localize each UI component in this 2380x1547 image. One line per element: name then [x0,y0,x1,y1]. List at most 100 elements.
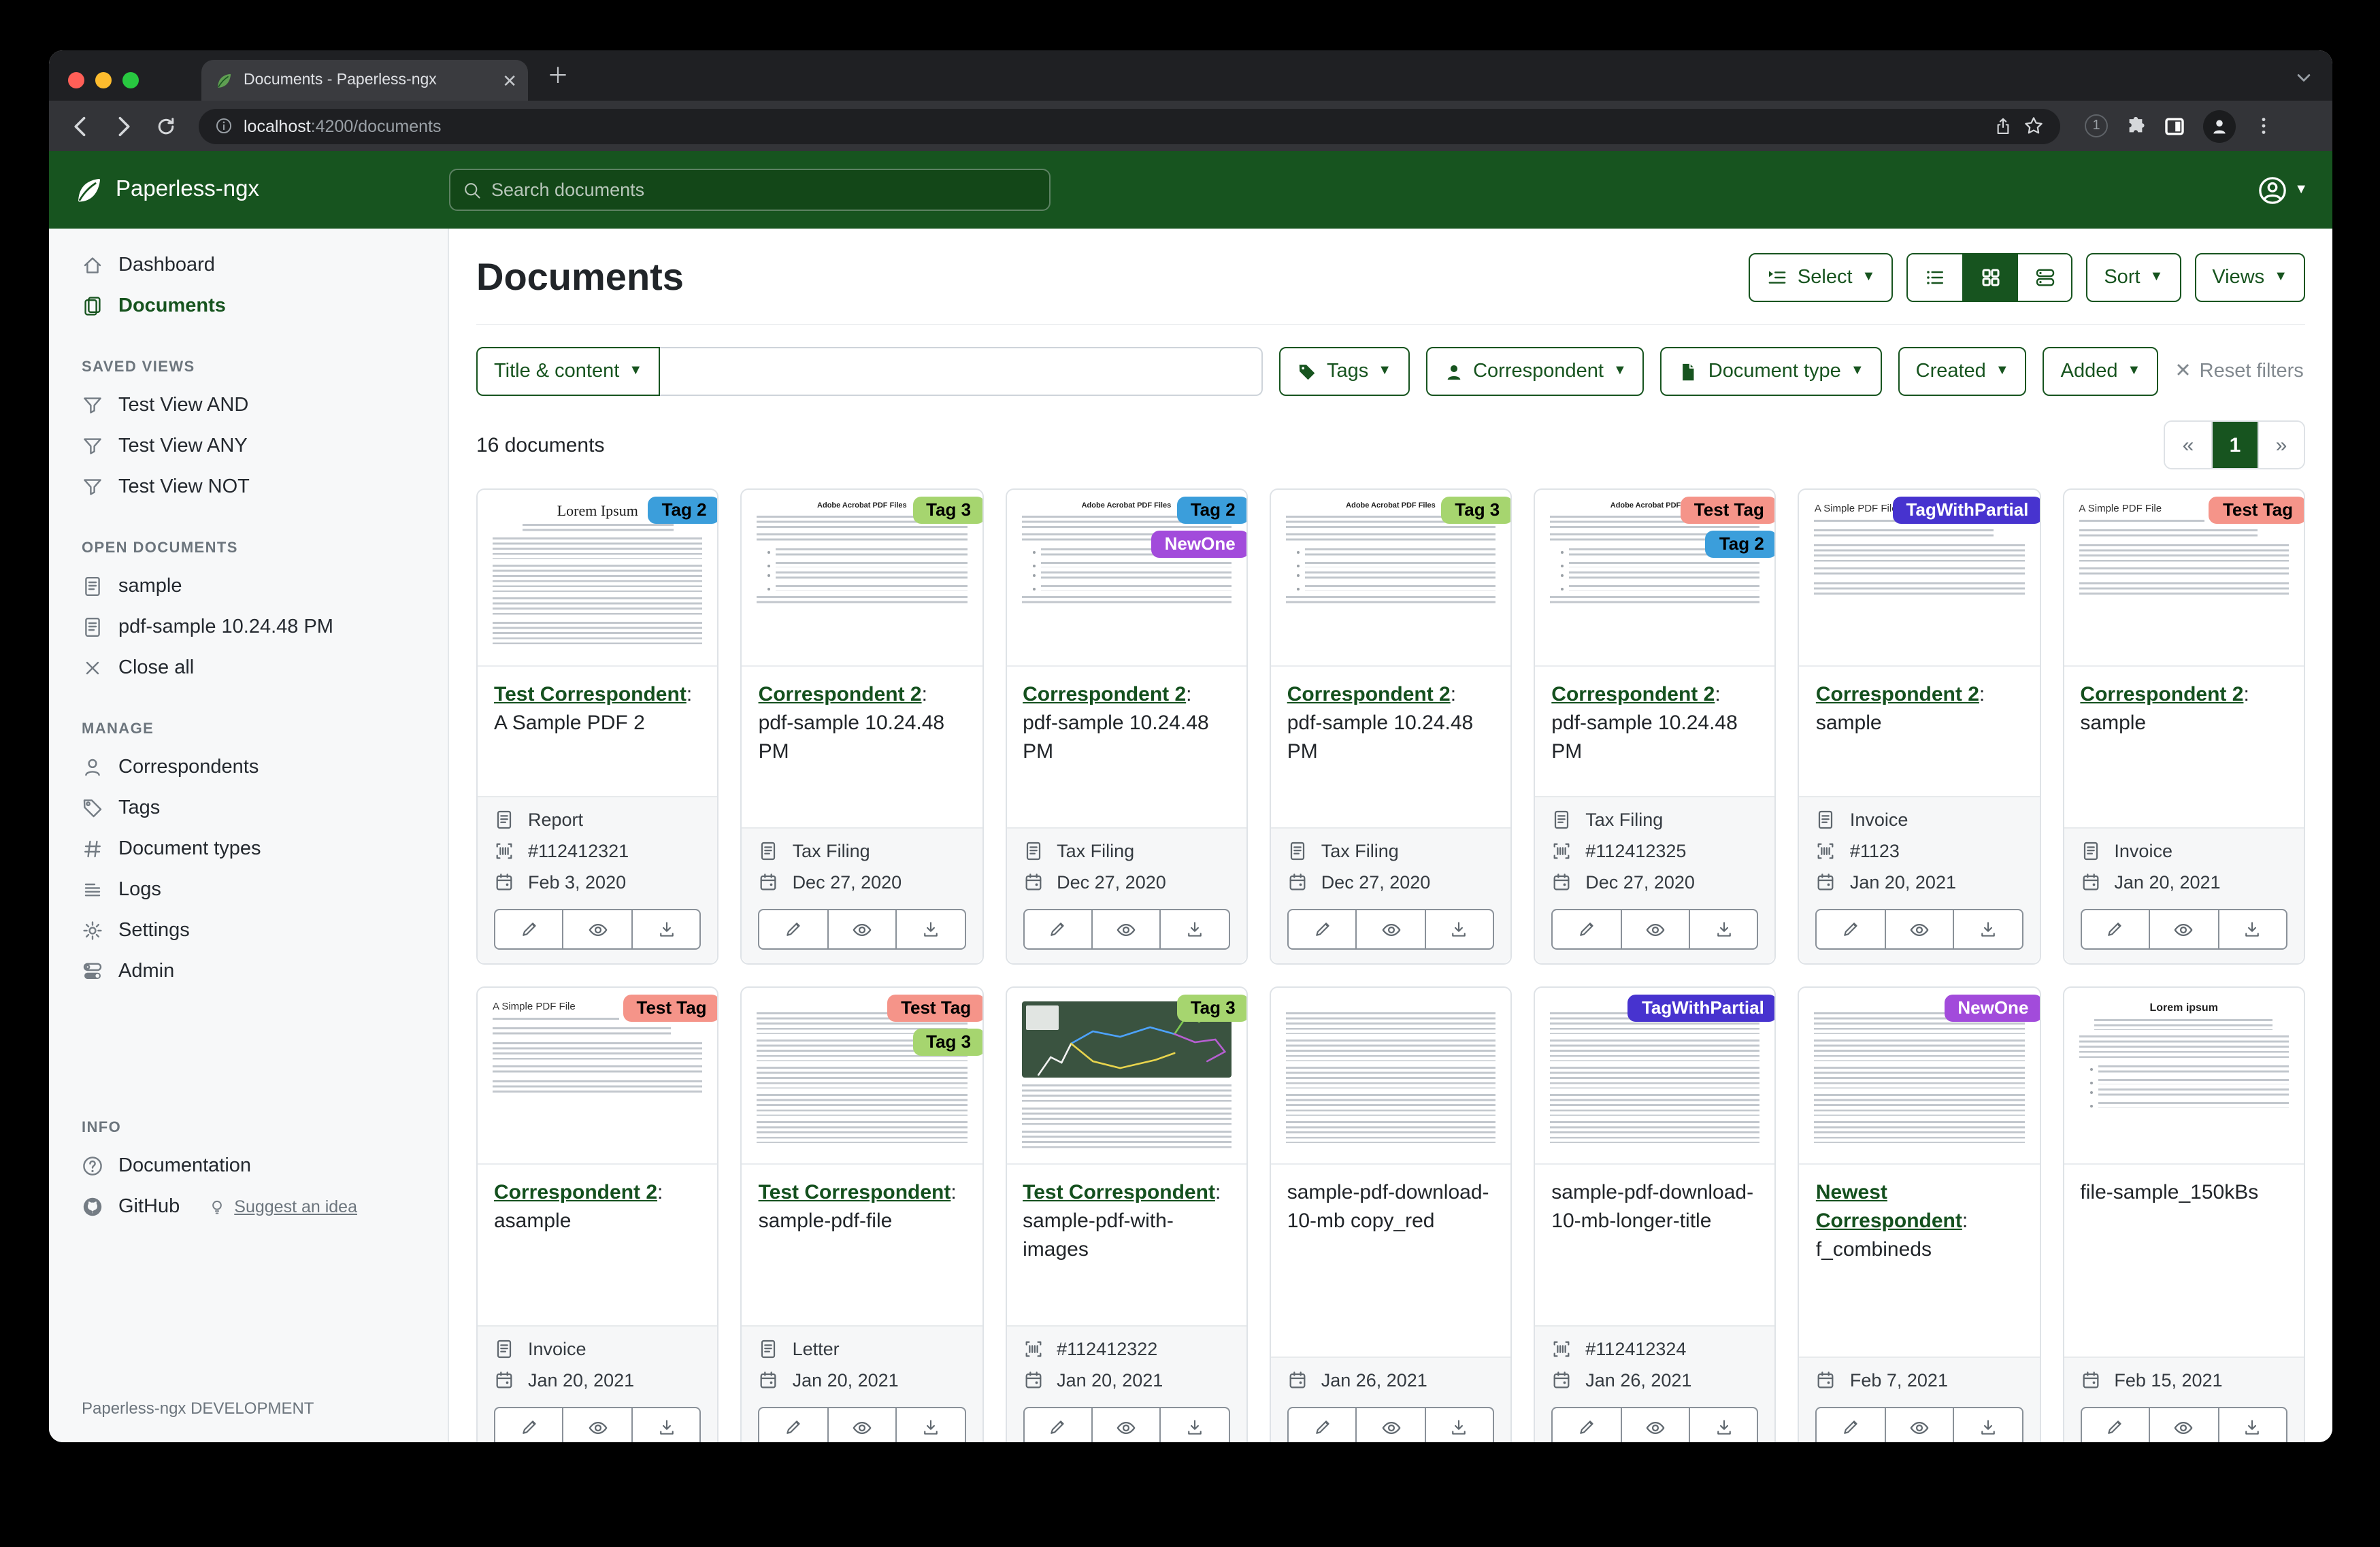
preview-button[interactable] [1093,1407,1161,1442]
edit-button[interactable] [1287,909,1357,950]
document-thumbnail[interactable] [1271,988,1511,1165]
document-thumbnail[interactable]: TagWithPartial [1535,988,1775,1165]
correspondent-link[interactable]: Test Correspondent [759,1181,951,1204]
edit-button[interactable] [759,1407,829,1442]
sidebar-item-test-view-not[interactable]: Test View NOT [49,467,448,508]
pagination-prev[interactable]: « [2165,422,2211,468]
site-info-icon[interactable] [215,117,233,135]
tab-close-icon[interactable]: ✕ [502,71,517,89]
correspondent-link[interactable]: Correspondent 2 [1287,683,1451,706]
download-button[interactable] [1161,1407,1230,1442]
correspondent-link[interactable]: Test Correspondent [494,683,687,706]
address-bar[interactable]: localhost:4200/documents [199,108,2060,144]
preview-button[interactable] [1886,909,1955,950]
suggest-an-idea-link[interactable]: Suggest an idea [208,1197,357,1216]
sidebar-item-document-types[interactable]: Document types [49,829,448,869]
tag-badge[interactable]: Test Tag [623,995,718,1022]
edit-button[interactable] [1551,1407,1621,1442]
download-button[interactable] [1690,909,1759,950]
preview-button[interactable] [564,909,633,950]
sidebar-item-documents[interactable]: Documents [49,286,448,327]
edit-button[interactable] [1551,909,1621,950]
download-button[interactable] [1690,1407,1759,1442]
document-thumbnail[interactable]: Lorem IpsumTag 2 [478,490,718,667]
filter-query-input[interactable] [660,347,1263,396]
sidebar-item-sample[interactable]: sample [49,566,448,607]
correspondent-link[interactable]: Correspondent 2 [1816,683,1979,706]
tags-filter-button[interactable]: Tags▼ [1279,347,1409,396]
sidebar-item-close-all[interactable]: Close all [49,648,448,688]
share-icon[interactable] [1994,116,2013,135]
download-button[interactable] [633,1407,701,1442]
correspondent-link[interactable]: Correspondent 2 [2080,683,2243,706]
created-filter-button[interactable]: Created▼ [1898,347,2027,396]
document-thumbnail[interactable]: A Simple PDF FileTagWithPartial [1800,490,2040,667]
tag-badge[interactable]: Tag 2 [1706,531,1775,558]
tag-badge[interactable]: Test Tag [2209,497,2304,524]
forward-icon[interactable] [112,114,136,138]
tag-badge[interactable]: Test Tag [1681,497,1775,524]
reload-icon[interactable] [155,115,177,137]
app-logo[interactable]: Paperless-ngx [73,175,259,205]
list-view-button[interactable] [1908,254,1962,301]
correspondent-link[interactable]: Correspondent 2 [759,683,922,706]
filter-field-button[interactable]: Title & content▼ [476,347,660,396]
tab-search-chevron-icon[interactable] [2294,68,2313,87]
download-button[interactable] [2219,1407,2287,1442]
edit-button[interactable] [494,909,564,950]
document-thumbnail[interactable]: Adobe Acrobat PDF FilesTest TagTag 2 [1535,490,1775,667]
document-thumbnail[interactable]: Adobe Acrobat PDF FilesTag 3 [742,490,982,667]
sidebar-item-dashboard[interactable]: Dashboard [49,245,448,286]
tag-badge[interactable]: NewOne [1944,995,2039,1022]
preview-button[interactable] [1357,909,1426,950]
search-input[interactable] [491,180,1037,200]
edit-button[interactable] [1816,1407,1886,1442]
tag-badge[interactable]: Tag 3 [1441,497,1510,524]
edit-button[interactable] [1023,909,1093,950]
window-controls[interactable] [49,72,139,101]
sort-button[interactable]: Sort▼ [2086,253,2181,302]
sidebar-item-documentation[interactable]: Documentation [49,1146,448,1186]
document-thumbnail[interactable]: Adobe Acrobat PDF FilesTag 3 [1271,490,1511,667]
edit-button[interactable] [2080,1407,2150,1442]
correspondent-filter-button[interactable]: Correspondent▼ [1425,347,1644,396]
preview-button[interactable] [1093,909,1161,950]
download-button[interactable] [2219,909,2287,950]
correspondent-link[interactable]: Correspondent 2 [1023,683,1186,706]
preview-button[interactable] [1886,1407,1955,1442]
preview-button[interactable] [1621,909,1690,950]
edit-button[interactable] [2080,909,2150,950]
document-thumbnail[interactable]: A Simple PDF FileTest Tag [2064,490,2304,667]
close-window-button[interactable] [68,72,84,88]
sidebar-item-admin[interactable]: Admin [49,951,448,992]
grid-view-button[interactable] [1962,254,2017,301]
document-thumbnail[interactable]: NewOne [1800,988,2040,1165]
tag-badge[interactable]: NewOne [1151,531,1246,558]
tag-badge[interactable]: Test Tag [887,995,982,1022]
pagination-next[interactable]: » [2258,422,2304,468]
preview-button[interactable] [2150,909,2219,950]
download-button[interactable] [897,909,965,950]
tag-badge[interactable]: TagWithPartial [1893,497,2040,524]
reset-filters-button[interactable]: ✕ Reset filters [2175,361,2303,382]
sidebar-item-github[interactable]: GitHubSuggest an idea [49,1186,448,1227]
tag-badge[interactable]: Tag 3 [912,497,982,524]
user-menu[interactable]: ▼ [2258,175,2308,205]
download-button[interactable] [1955,909,2023,950]
sidebar-item-tags[interactable]: Tags [49,788,448,829]
global-search[interactable] [449,169,1051,211]
sidebar-item-correspondents[interactable]: Correspondents [49,747,448,788]
zoom-window-button[interactable] [122,72,139,88]
download-button[interactable] [1161,909,1230,950]
download-button[interactable] [633,909,701,950]
tag-badge[interactable]: Tag 2 [648,497,718,524]
download-button[interactable] [1425,1407,1494,1442]
preview-button[interactable] [828,909,897,950]
download-button[interactable] [1955,1407,2023,1442]
sidebar-item-test-view-and[interactable]: Test View AND [49,385,448,426]
preview-button[interactable] [1357,1407,1426,1442]
tag-badge[interactable]: Tag 2 [1177,497,1246,524]
browser-profile-avatar[interactable] [2203,110,2236,142]
download-button[interactable] [1425,909,1494,950]
preview-button[interactable] [2150,1407,2219,1442]
